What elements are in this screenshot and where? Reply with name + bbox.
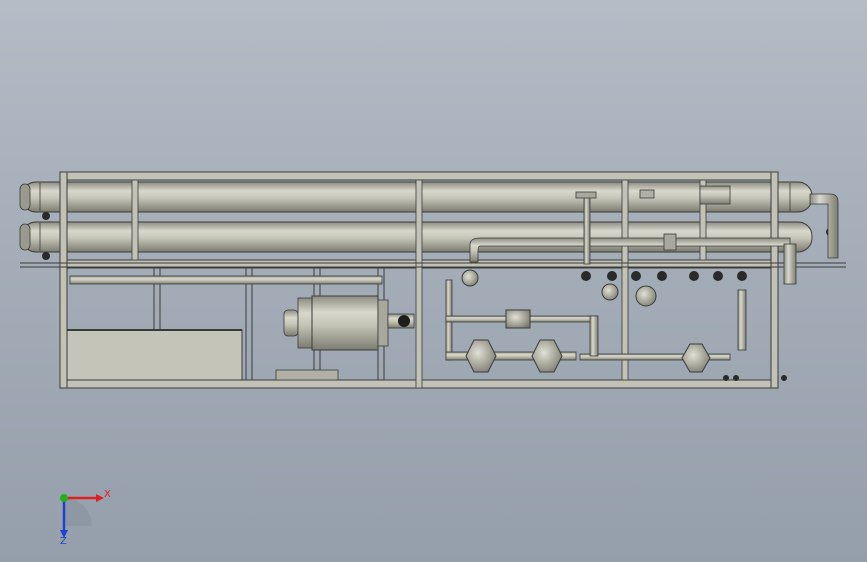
outlet-riser[interactable] [783,243,797,285]
pump-base [275,369,339,381]
feed-pipe[interactable] [69,275,383,285]
coordinate-triad [60,494,104,538]
flow-meter[interactable] [737,289,747,351]
control-cabinet-panel[interactable] [66,329,243,381]
high-pressure-pump[interactable] [283,295,415,351]
model-view[interactable]: X Z [0,0,867,562]
vessel-end-cap-bolt [42,252,50,260]
x-axis-label: X [104,489,111,500]
outlet-elbow[interactable] [809,193,839,259]
z-axis-label: Z [60,536,67,547]
vessel-end-cap-bolt [42,212,50,220]
cad-graphics-viewport[interactable]: X Z [0,0,867,562]
